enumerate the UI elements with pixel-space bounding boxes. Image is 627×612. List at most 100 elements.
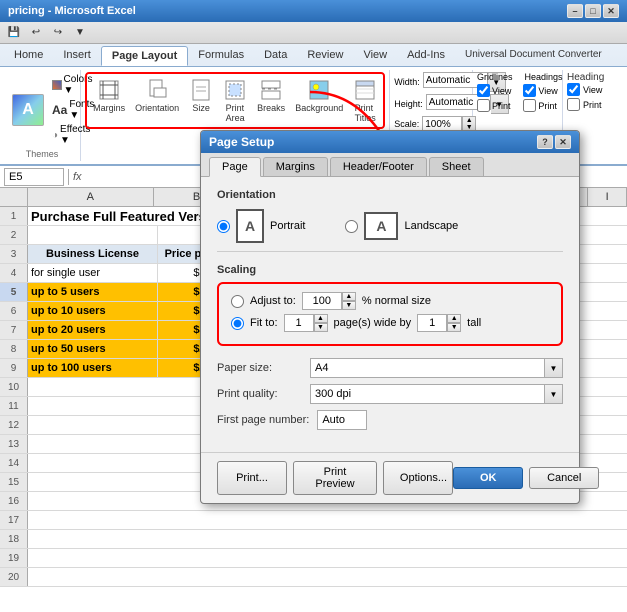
cell-a3[interactable]: Business License xyxy=(28,245,158,263)
headings-print-checkbox[interactable] xyxy=(523,99,536,112)
tab-insert[interactable]: Insert xyxy=(53,46,101,66)
fit-to-tall-arrows: ▲ ▼ xyxy=(447,314,461,332)
adjust-to-down[interactable]: ▼ xyxy=(342,301,356,310)
heading-view-checkbox[interactable] xyxy=(567,83,580,96)
adjust-to-radio[interactable] xyxy=(231,295,244,308)
cell-a4[interactable]: for single user xyxy=(28,264,158,282)
headings-view-checkbox[interactable] xyxy=(523,84,536,97)
sheet-options-headers: Gridlines Headings xyxy=(477,72,558,82)
cell-a8[interactable]: up to 50 users xyxy=(28,340,158,358)
row-num-1: 1 xyxy=(0,207,28,225)
tab-formulas[interactable]: Formulas xyxy=(188,46,254,66)
print-button[interactable]: Print... xyxy=(217,461,287,495)
fit-to-tall-up[interactable]: ▲ xyxy=(447,314,461,323)
dialog-close-button[interactable]: ✕ xyxy=(555,135,571,149)
col-header-i[interactable]: I xyxy=(588,188,627,206)
print-titles-button[interactable]: PrintTitles xyxy=(349,76,381,125)
first-page-number-input[interactable] xyxy=(317,410,367,430)
row-num-6: 6 xyxy=(0,302,28,320)
dialog-tab-page[interactable]: Page xyxy=(209,157,261,177)
margins-icon xyxy=(97,78,121,102)
tab-udc[interactable]: Universal Document Converter xyxy=(455,46,612,66)
print-quality-input[interactable] xyxy=(310,384,545,404)
size-button[interactable]: Size xyxy=(185,76,217,125)
tab-home[interactable]: Home xyxy=(4,46,53,66)
themes-icon: A xyxy=(12,94,44,126)
fit-to-radio[interactable] xyxy=(231,317,244,330)
fit-to-tall-spinner: ▲ ▼ xyxy=(417,314,461,332)
ok-button[interactable]: OK xyxy=(453,467,523,489)
fit-to-tall-down[interactable]: ▼ xyxy=(447,323,461,332)
fit-to-wide-down[interactable]: ▼ xyxy=(314,323,328,332)
adjust-to-label: Adjust to: xyxy=(250,295,296,307)
row-num-8: 8 xyxy=(0,340,28,358)
themes-button[interactable]: A xyxy=(10,92,46,128)
print-quality-row: Print quality: ▼ xyxy=(217,384,563,404)
cell-a7[interactable]: up to 20 users xyxy=(28,321,158,339)
print-area-button[interactable]: PrintArea xyxy=(219,76,251,125)
print-preview-button[interactable]: Print Preview xyxy=(293,461,377,495)
breaks-button[interactable]: Breaks xyxy=(253,76,289,125)
fit-to-wide-spinner: ▲ ▼ xyxy=(284,314,328,332)
landscape-radio[interactable] xyxy=(345,220,358,233)
cell-a9[interactable]: up to 100 users xyxy=(28,359,158,377)
scaling-section-label: Scaling xyxy=(217,264,563,276)
colors-swatch xyxy=(52,80,62,90)
dialog-tabs: Page Margins Header/Footer Sheet xyxy=(201,153,579,177)
fit-to-wide-suffix: page(s) wide by xyxy=(334,317,412,329)
dialog-footer-right: OK Cancel xyxy=(453,467,599,489)
paper-size-input[interactable] xyxy=(310,358,545,378)
adjust-to-input[interactable] xyxy=(302,292,342,310)
fit-to-wide-input[interactable] xyxy=(284,314,314,332)
formula-divider xyxy=(68,169,69,185)
adjust-to-spinner: ▲ ▼ xyxy=(302,292,356,310)
undo-qat-button[interactable]: ↩ xyxy=(26,24,46,42)
headings-print-label: Print xyxy=(523,99,557,112)
landscape-option[interactable]: A Landscape xyxy=(345,212,458,240)
name-box[interactable] xyxy=(4,168,64,186)
orientation-button[interactable]: Orientation xyxy=(131,76,183,125)
scaling-section: Adjust to: ▲ ▼ % normal size Fit to: ▲ xyxy=(217,282,563,346)
dialog-tab-sheet[interactable]: Sheet xyxy=(429,157,484,176)
fit-to-wide-up[interactable]: ▲ xyxy=(314,314,328,323)
tab-page-layout[interactable]: Page Layout xyxy=(101,46,188,66)
table-row: 19 xyxy=(0,549,627,568)
row-num-10: 10 xyxy=(0,378,28,396)
minimize-button[interactable]: – xyxy=(567,4,583,18)
tab-addins[interactable]: Add-Ins xyxy=(397,46,455,66)
heading-print-checkbox[interactable] xyxy=(567,98,580,111)
print-quality-dropdown-arrow[interactable]: ▼ xyxy=(545,384,563,404)
portrait-option[interactable]: A Portrait xyxy=(217,209,305,243)
dialog-tab-headerfooter[interactable]: Header/Footer xyxy=(330,157,427,176)
gridlines-print-checkbox[interactable] xyxy=(477,99,490,112)
paper-size-dropdown-arrow[interactable]: ▼ xyxy=(545,358,563,378)
dialog-help-button[interactable]: ? xyxy=(537,135,553,149)
gridlines-view-checkbox[interactable] xyxy=(477,84,490,97)
themes-group-label: Themes xyxy=(10,147,74,159)
maximize-button[interactable]: □ xyxy=(585,4,601,18)
fit-to-tall-input[interactable] xyxy=(417,314,447,332)
cell-a5[interactable]: up to 5 users xyxy=(28,283,158,301)
save-qat-button[interactable]: 💾 xyxy=(4,24,24,42)
cell-a6[interactable]: up to 10 users xyxy=(28,302,158,320)
margins-button[interactable]: Margins xyxy=(89,76,129,125)
tab-data[interactable]: Data xyxy=(254,46,297,66)
tab-review[interactable]: Review xyxy=(297,46,353,66)
dialog-tab-margins[interactable]: Margins xyxy=(263,157,328,176)
headings-options: View Print xyxy=(523,84,557,112)
portrait-radio[interactable] xyxy=(217,220,230,233)
first-page-number-row: First page number: xyxy=(217,410,563,430)
background-button[interactable]: Background xyxy=(291,76,347,125)
tab-view[interactable]: View xyxy=(353,46,397,66)
cell-a2[interactable] xyxy=(28,226,158,244)
gridlines-print-label: Print xyxy=(477,99,511,112)
adjust-to-up[interactable]: ▲ xyxy=(342,292,356,301)
portrait-letter: A xyxy=(245,218,255,234)
cancel-button[interactable]: Cancel xyxy=(529,467,599,489)
redo-qat-button[interactable]: ↪ xyxy=(48,24,68,42)
row-num-12: 12 xyxy=(0,416,28,434)
close-button[interactable]: ✕ xyxy=(603,4,619,18)
options-button[interactable]: Options... xyxy=(383,461,453,495)
col-header-a[interactable]: A xyxy=(28,188,154,206)
qat-dropdown-button[interactable]: ▼ xyxy=(70,24,90,42)
